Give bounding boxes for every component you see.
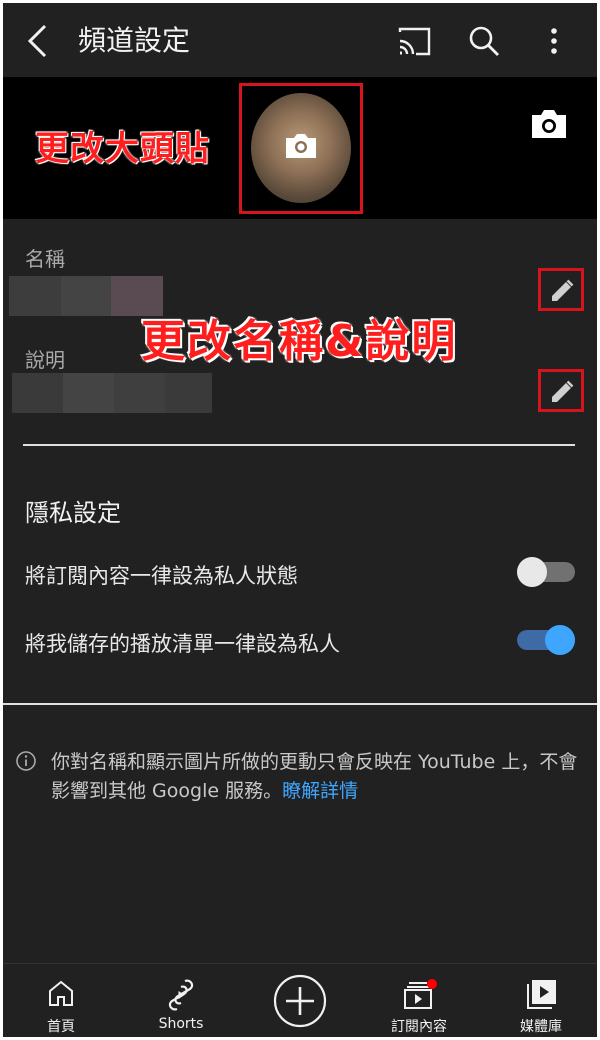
screen: 頻道設定 更改大頭貼 名稱 更改名稱&說明 說明 隱私設定 將訂閱內容一律設為私…: [3, 3, 597, 1037]
name-value-redacted: [9, 276, 163, 316]
privacy-section-title: 隱私設定: [25, 499, 121, 527]
edit-description-button[interactable]: [538, 369, 584, 412]
avatar-camera-icon: [283, 131, 319, 165]
search-button[interactable]: [466, 23, 502, 59]
divider: [23, 444, 575, 446]
nav-label: 媒體庫: [520, 1019, 562, 1035]
cast-icon: [398, 27, 431, 56]
channel-banner[interactable]: 更改大頭貼: [3, 77, 597, 219]
description-label: 說明: [25, 348, 65, 372]
cast-button[interactable]: [396, 23, 432, 59]
learn-more-link[interactable]: 瞭解詳情: [282, 780, 358, 802]
name-label: 名稱: [25, 247, 65, 271]
avatar-highlight-box: [239, 83, 363, 214]
description-value-redacted: [12, 373, 212, 413]
more-vertical-icon: [551, 28, 557, 54]
subscriptions-icon: [404, 979, 437, 1009]
divider: [3, 703, 597, 705]
pencil-icon: [552, 380, 574, 402]
toggle-label-private-subscriptions: 將訂閱內容一律設為私人狀態: [25, 564, 298, 588]
nav-label: 首頁: [47, 1019, 75, 1035]
annotation-change-name-description: 更改名稱&說明: [141, 316, 458, 367]
nav-label: Shorts: [158, 1016, 204, 1032]
avatar[interactable]: [251, 93, 351, 203]
page-title: 頻道設定: [78, 24, 191, 57]
nav-shorts[interactable]: Shorts: [131, 964, 231, 1037]
shorts-icon: [168, 979, 194, 1011]
home-icon: [49, 980, 73, 1006]
pencil-icon: [552, 279, 574, 301]
private-playlists-toggle[interactable]: [517, 625, 575, 655]
search-icon: [469, 26, 499, 56]
annotation-change-avatar: 更改大頭貼: [35, 129, 210, 169]
edit-name-button[interactable]: [538, 268, 584, 311]
back-arrow-icon: [27, 24, 47, 58]
library-icon: [527, 980, 556, 1009]
bottom-navigation: 首頁 Shorts 訂閱內容 媒體庫: [3, 963, 597, 1037]
toggle-knob: [545, 625, 575, 655]
more-button[interactable]: [536, 23, 572, 59]
banner-camera-icon[interactable]: [529, 107, 569, 145]
back-button[interactable]: [23, 23, 53, 59]
nav-subscriptions[interactable]: 訂閱內容: [369, 964, 469, 1037]
nav-library[interactable]: 媒體庫: [491, 964, 591, 1037]
top-app-bar: 頻道設定: [3, 3, 597, 77]
toggle-knob: [517, 557, 547, 587]
info-icon: [15, 750, 37, 776]
create-button[interactable]: [272, 973, 328, 1029]
nav-home[interactable]: 首頁: [11, 964, 111, 1037]
notification-dot: [427, 979, 437, 989]
toggle-label-private-playlists: 將我儲存的播放清單一律設為私人: [25, 632, 340, 656]
create-plus-icon: [273, 974, 327, 1028]
info-note: 你對名稱和顯示圖片所做的更動只會反映在 YouTube 上，不會影響到其他 Go…: [51, 748, 591, 806]
private-subscriptions-toggle[interactable]: [517, 557, 575, 587]
nav-label: 訂閱內容: [391, 1019, 447, 1035]
